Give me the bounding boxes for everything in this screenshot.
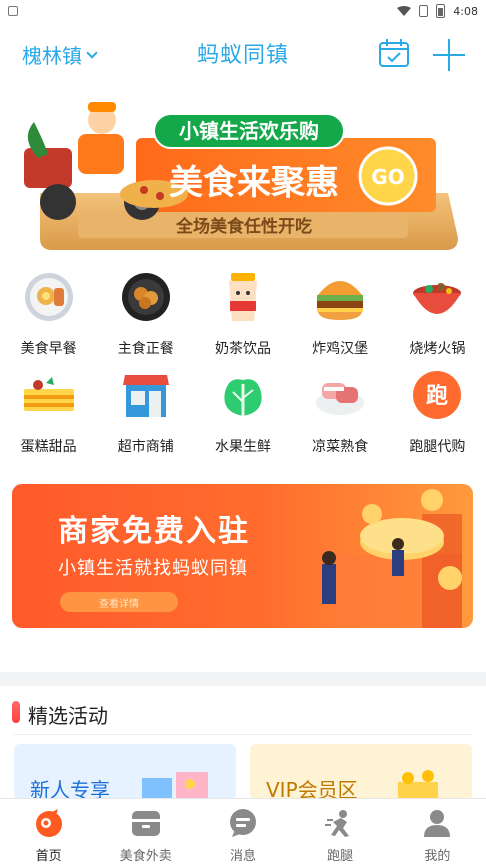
category-milk-tea[interactable]: 奶茶饮品	[194, 268, 291, 358]
calendar-check-icon[interactable]	[378, 38, 410, 68]
cold-dish-icon	[312, 366, 368, 424]
category-main-meal[interactable]: 主食正餐	[97, 268, 194, 358]
home-icon	[33, 807, 65, 839]
sim-icon	[419, 5, 429, 17]
category-burger[interactable]: 炸鸡汉堡	[292, 268, 389, 358]
cake-icon	[21, 366, 77, 424]
banner-go: GO	[371, 165, 404, 189]
status-bar: 4:08	[0, 0, 486, 22]
activity-card-label: 新人专享	[30, 778, 110, 800]
coins-illustration-icon	[322, 489, 462, 628]
errand-icon: 跑	[409, 366, 465, 424]
battery-icon	[436, 4, 446, 18]
category-hotpot[interactable]: 烧烤火锅	[389, 268, 486, 358]
status-time: 4:08	[453, 4, 478, 18]
chevron-down-icon	[86, 47, 98, 59]
category-breakfast[interactable]: 美食早餐	[0, 268, 97, 358]
activity-card-label: VIP会员区	[266, 778, 358, 800]
milk-tea-icon	[215, 268, 271, 326]
message-icon	[227, 807, 259, 839]
tab-profile[interactable]: 我的	[389, 799, 486, 864]
vegetable-icon	[215, 366, 271, 424]
wifi-icon	[397, 6, 412, 16]
section-title: 精选活动	[28, 704, 108, 728]
merchant-join-banner[interactable]: 商家免费入驻 小镇生活就找蚂蚁同镇 查看详情	[12, 484, 473, 628]
promo-subtitle: 小镇生活就找蚂蚁同镇	[58, 558, 248, 579]
store-icon	[118, 366, 174, 424]
section-separator	[0, 672, 486, 686]
category-store[interactable]: 超市商铺	[97, 366, 194, 456]
hotpot-icon	[409, 268, 465, 326]
promo-title: 商家免费入驻	[58, 514, 250, 549]
bottom-tab-bar: 首页 美食外卖 消息 跑腿 我的	[0, 798, 486, 864]
section-divider	[14, 734, 472, 735]
notification-icon	[8, 6, 18, 16]
tab-errand[interactable]: 跑腿	[292, 799, 389, 864]
activity-card-vip[interactable]: VIP会员区	[250, 744, 472, 800]
category-fruit-veg[interactable]: 水果生鲜	[194, 366, 291, 456]
tab-food-delivery[interactable]: 美食外卖	[97, 799, 194, 864]
town-name: 槐林镇	[22, 44, 82, 68]
food-promo-banner[interactable]: 小镇生活欢乐购 美食来聚惠 GO 全场美食任性开吃	[18, 98, 470, 258]
tab-messages[interactable]: 消息	[194, 799, 291, 864]
activity-card-newcomer[interactable]: 新人专享	[14, 744, 236, 800]
banner-line2: 美食来聚惠	[169, 163, 339, 203]
banner-line1: 小镇生活欢乐购	[179, 119, 319, 143]
category-cold-dish[interactable]: 凉菜熟食	[292, 366, 389, 456]
promo-details-button[interactable]: 查看详情	[60, 592, 178, 612]
section-accent-bar	[12, 701, 20, 723]
banner-line3: 全场美食任性开吃	[175, 216, 312, 237]
top-header: 槐林镇 蚂蚁同镇	[0, 28, 486, 78]
app-title: 蚂蚁同镇	[196, 43, 289, 68]
errand-glyph: 跑	[426, 384, 448, 409]
tab-home[interactable]: 首页	[0, 799, 97, 864]
plus-icon[interactable]	[432, 38, 466, 72]
food-delivery-icon	[130, 807, 162, 839]
crown-illustration-icon	[398, 770, 438, 800]
gift-illustration-icon	[142, 772, 208, 800]
app-screen: 4:08 槐林镇 蚂蚁同镇 小镇生活欢乐购 美食来聚惠 GO 全场美食任性开吃 …	[0, 0, 486, 864]
burger-icon	[312, 268, 368, 326]
main-meal-icon	[118, 268, 174, 326]
errand-runner-icon	[324, 807, 356, 839]
profile-icon	[421, 807, 453, 839]
category-errand[interactable]: 跑 跑腿代购	[389, 366, 486, 456]
breakfast-icon	[21, 268, 77, 326]
town-selector[interactable]: 槐林镇	[22, 40, 98, 69]
category-cake[interactable]: 蛋糕甜品	[0, 366, 97, 456]
